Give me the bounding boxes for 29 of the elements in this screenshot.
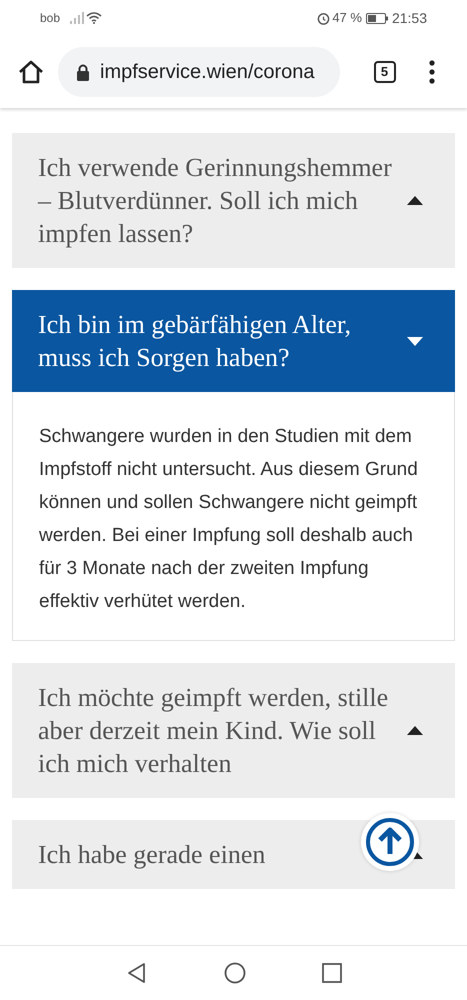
answer-text: Schwangere wurden in den Studien mit dem Impfstoff nicht untersucht. Aus diesem Grund können und sollen Schwangere nicht geimpft werden. Bei einer Impfung soll deshalb auch für 3 Monate nach der zweiten Impfung effektiv verhütet werden. (39, 425, 419, 614)
caret-icon (407, 196, 423, 205)
faq-question[interactable]: Ich habe gerade einen (12, 820, 455, 889)
caret-icon (407, 726, 423, 735)
faq-question[interactable]: Ich verwende Gerinnungshemmer – Blutverdünner. Soll ich mich impfen lassen? (12, 133, 455, 268)
signal-icon (70, 12, 84, 24)
battery-percent: 47 % (332, 9, 362, 28)
back-icon[interactable] (126, 962, 148, 984)
address-bar[interactable]: impfservice.wien/corona (58, 47, 340, 97)
home-circle-icon[interactable] (224, 962, 246, 984)
carrier-name: bob (40, 10, 60, 27)
question-text: Ich bin im gebärfähigen Alter, muss ich Sorgen haben? (38, 309, 352, 374)
question-text: Ich habe gerade einen (38, 839, 266, 871)
lock-icon (76, 64, 90, 80)
wifi-icon (86, 12, 102, 24)
url-text: impfservice.wien/corona (100, 60, 315, 85)
tab-count[interactable]: 5 (374, 61, 396, 83)
question-text: Ich verwende Gerinnungshemmer – Blutverdünner. Soll ich mich impfen lassen? (38, 152, 393, 250)
faq-question[interactable]: Ich möchte geimpft werden, stille aber derzeit mein Kind. Wie soll ich mich verhalten (12, 663, 455, 798)
home-icon[interactable] (18, 60, 44, 84)
question-text: Ich möchte geimpft werden, stille aber derzeit mein Kind. Wie soll ich mich verhalten (38, 682, 390, 780)
alarm-icon (317, 12, 330, 24)
clock-time: 21:53 (392, 8, 427, 28)
menu-icon[interactable] (429, 60, 435, 84)
caret-icon (407, 336, 423, 346)
faq-question[interactable]: Ich bin im gebärfähigen Alter, muss ich Sorgen haben? (12, 290, 455, 392)
arrow-up-icon (365, 817, 415, 867)
recents-icon[interactable] (322, 963, 342, 983)
battery-icon (366, 12, 388, 24)
